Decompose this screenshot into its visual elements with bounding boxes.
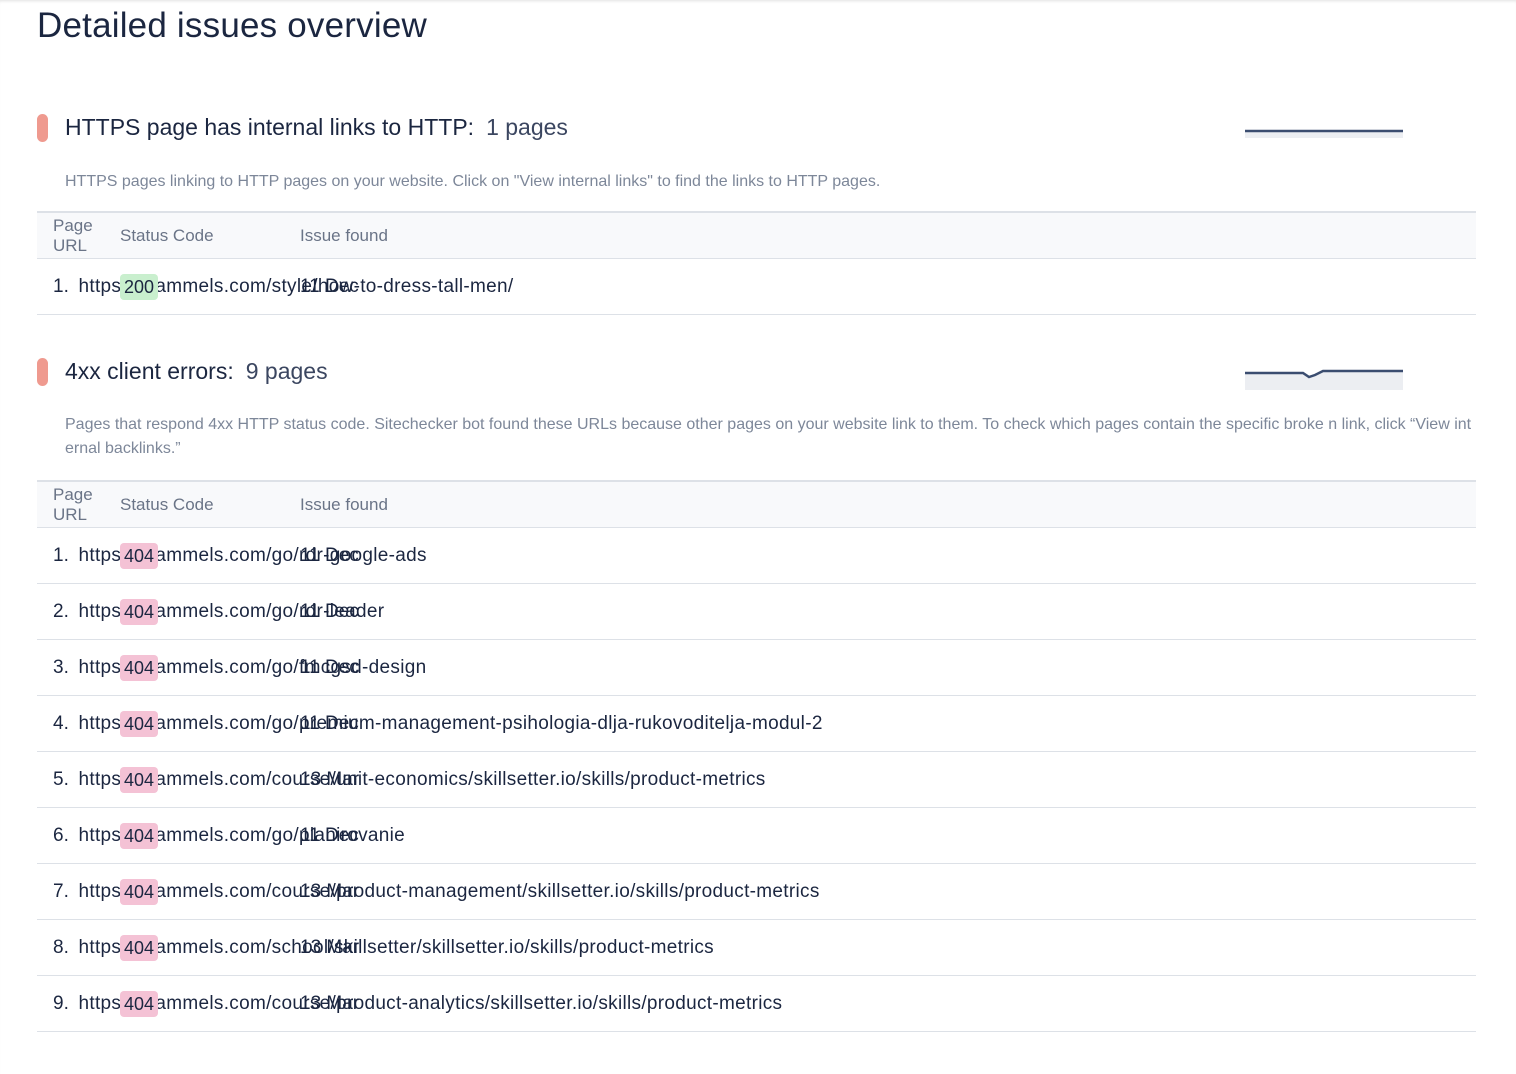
section-header: 4xx client errors: 9 pages [37,354,1476,394]
row-number: 9. [37,975,79,1032]
page-url-link[interactable]: https://brammels.com/go/planirovanie [78,807,405,864]
status-badge: 404 [120,934,159,961]
section-title-text: 4xx client errors: [65,358,234,384]
issue-found-date: 11 Dec [300,583,1476,640]
page-url-link[interactable]: https://brammels.com/school/skillsetter/… [78,919,714,976]
table-row: 1. https://brammels.com/go/rdr-google-ad… [37,527,1476,584]
page-url-link[interactable]: https://brammels.com/course/unit-economi… [78,751,765,808]
table-row: 2. https://brammels.com/go/rdr-leader 40… [37,583,1476,640]
row-number: 8. [37,919,79,976]
table-row: 6. https://brammels.com/go/planirovanie … [37,807,1476,864]
issue-found-date: 11 Dec [300,639,1476,696]
status-badge: 404 [120,654,159,681]
row-number: 4. [37,695,79,752]
status-badge: 404 [120,710,159,737]
table-row: 4. https://brammels.com/go/premium-manag… [37,695,1476,752]
issue-section-4xx-errors: 4xx client errors: 9 pages Pages that res… [37,354,1476,1044]
status-badge: 200 [120,273,159,300]
section-title[interactable]: 4xx client errors: 9 pages [65,354,328,388]
issue-found-date: 11 Dec [300,527,1476,584]
status-badge: 404 [120,766,159,793]
row-number: 3. [37,639,79,696]
page-url-link[interactable]: https://brammels.com/go/rdr-google-ads [78,527,426,584]
page-url-link[interactable]: https://brammels.com/go/rdr-leader [78,583,384,640]
status-badge: 404 [120,598,159,625]
table-row: 8. https://brammels.com/school/skillsett… [37,919,1476,976]
page-url-link[interactable]: https://brammels.com/go/fmcgsd-design [78,639,426,696]
section-header: HTTPS page has internal links to HTTP: 1 … [37,110,1476,150]
section-title-text: HTTPS page has internal links to HTTP: [65,114,475,140]
status-badge: 404 [120,822,159,849]
table-row: 9. https://brammels.com/course/product-a… [37,975,1476,1032]
table-header-row: Page URL Status Code Issue found [37,212,1476,259]
issue-found-date: 11 Dec [300,807,1476,864]
page-title: Detailed issues overview [37,6,427,45]
trend-sparkline [1245,129,1403,138]
table-row: 1. https://brammels.com/style/how-to-dre… [37,258,1476,315]
section-title[interactable]: HTTPS page has internal links to HTTP: 1 … [65,110,568,144]
table-row: 3. https://brammels.com/go/fmcgsd-design… [37,639,1476,696]
trend-sparkline [1245,369,1403,390]
row-number: 7. [37,863,79,920]
status-badge: 404 [120,878,159,905]
issues-table: Page URL Status Code Issue found 1. http… [37,211,1476,315]
section-page-count: 1 pages [486,114,568,140]
column-header-issue-found[interactable]: Issue found [300,481,1476,528]
column-header-issue-found[interactable]: Issue found [300,212,1476,259]
row-number: 2. [37,583,79,640]
row-number: 1. [37,527,79,584]
column-header-url[interactable]: Page URL [37,212,120,259]
row-number: 6. [37,807,79,864]
section-page-count: 9 pages [245,358,328,384]
status-badge: 404 [120,542,159,569]
table-header-row: Page URL Status Code Issue found [37,481,1476,528]
column-header-status[interactable]: Status Code [120,481,300,528]
page-url-link[interactable]: https://brammels.com/course/product-mana… [78,863,819,920]
section-description: Pages that respond 4xx HTTP status code.… [65,416,1472,457]
issues-overview-page: Detailed issues overview HTTPS page has … [0,0,1516,1074]
page-url-link[interactable]: https://brammels.com/course/product-anal… [78,975,782,1032]
row-number: 1. [37,258,79,315]
column-header-url[interactable]: Page URL [37,481,120,528]
status-badge: 404 [120,990,159,1017]
issues-table: Page URL Status Code Issue found 1. http… [37,480,1476,1032]
table-row: 7. https://brammels.com/course/product-m… [37,863,1476,920]
page-url-link[interactable]: https://brammels.com/style/how-to-dress-… [78,258,513,315]
severity-marker [37,358,48,386]
table-row: 5. https://brammels.com/course/unit-econ… [37,751,1476,808]
page-url-link[interactable]: https://brammels.com/go/premium-manageme… [78,695,822,752]
column-header-status[interactable]: Status Code [120,212,300,259]
issue-section-https-http-links: HTTPS page has internal links to HTTP: 1 … [37,110,1476,320]
section-description: HTTPS pages linking to HTTP pages on you… [65,173,881,190]
row-number: 5. [37,751,79,808]
severity-marker [37,114,48,142]
